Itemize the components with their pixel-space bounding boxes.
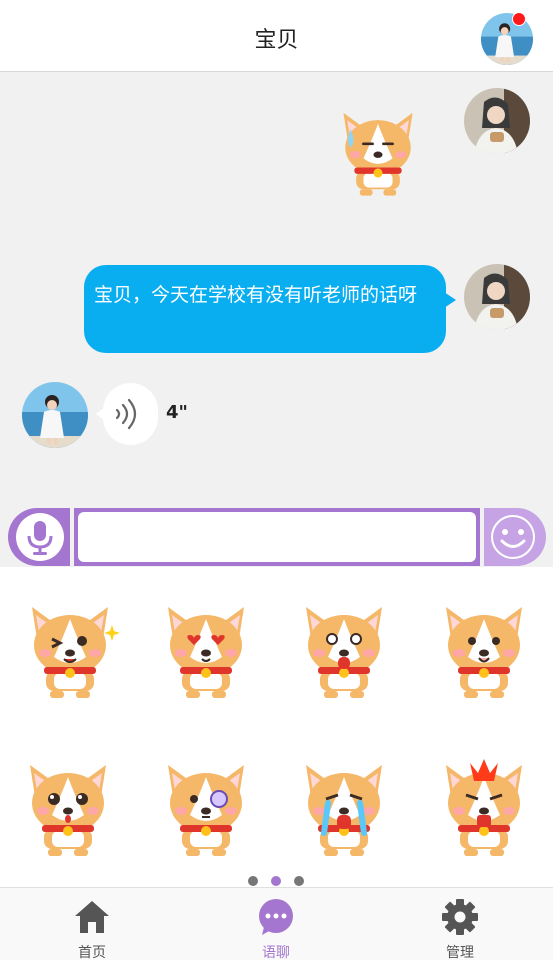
my-avatar[interactable] (464, 88, 530, 154)
contact-avatar[interactable] (22, 382, 88, 448)
chat-icon (259, 899, 293, 935)
message-input-frame (74, 508, 480, 566)
gear-icon (442, 899, 478, 935)
sticker-wink[interactable] (20, 595, 120, 705)
microphone-icon (27, 521, 53, 555)
bottom-tab-bar: 首页 语聊 管理 (0, 887, 553, 960)
sticker-shocked[interactable] (294, 595, 394, 705)
message-input[interactable] (78, 512, 476, 562)
page-dot[interactable] (248, 876, 258, 886)
sticker-panel (0, 567, 553, 887)
sound-wave-icon (115, 398, 137, 430)
top-bar: 宝贝 (0, 0, 553, 72)
sticker-crying[interactable] (294, 753, 394, 863)
tab-home[interactable]: 首页 (32, 888, 152, 960)
sticker-monocle[interactable] (156, 753, 256, 863)
bubble-tail (444, 292, 456, 308)
sticker-heart-eyes[interactable] (156, 595, 256, 705)
chat-area[interactable]: 宝贝，今天在学校有没有听老师的话呀 4" (0, 72, 553, 507)
sticker-happy[interactable] (434, 595, 534, 705)
page-dot[interactable] (294, 876, 304, 886)
sticker-message[interactable] (330, 102, 426, 202)
sticker-page-indicator (0, 874, 553, 888)
sticker-surprised[interactable] (18, 753, 118, 863)
input-bar (0, 507, 553, 567)
voice-input-button[interactable] (8, 508, 70, 566)
tab-manage[interactable]: 管理 (400, 888, 520, 960)
notification-dot (512, 12, 526, 26)
tab-chat-label: 语聊 (262, 945, 290, 960)
smiley-icon (491, 515, 535, 559)
page-dot-active[interactable] (271, 876, 281, 886)
emoji-button[interactable] (484, 508, 546, 566)
voice-message[interactable] (103, 383, 158, 445)
tab-home-label: 首页 (78, 945, 106, 960)
home-icon (75, 901, 109, 933)
chat-title: 宝贝 (254, 28, 299, 53)
voice-duration: 4" (166, 402, 188, 423)
text-message-bubble[interactable]: 宝贝，今天在学校有没有听老师的话呀 (84, 265, 446, 353)
my-avatar[interactable] (464, 264, 530, 330)
sticker-angry[interactable] (434, 753, 534, 863)
tab-manage-label: 管理 (446, 945, 474, 960)
tab-chat[interactable]: 语聊 (216, 888, 336, 960)
